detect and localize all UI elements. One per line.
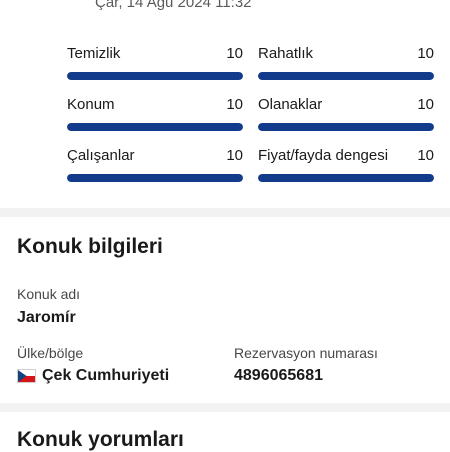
section-divider (0, 403, 450, 412)
rating-score: 10 (226, 147, 243, 164)
guest-reviews-title: Konuk yorumları (17, 428, 184, 451)
rating-bar-fill (258, 72, 434, 80)
rating-bar-fill (67, 123, 243, 131)
rating-bar (258, 72, 434, 80)
rating-bar (67, 72, 243, 80)
rating-bar-fill (67, 72, 243, 80)
rating-staff: Çalışanlar 10 (67, 142, 243, 182)
rating-value-for-money: Fiyat/fayda dengesi 10 (258, 142, 434, 182)
review-date: Çar, 14 Ağu 2024 11:32 (95, 0, 252, 11)
rating-bar-fill (258, 123, 434, 131)
czech-flag-icon (17, 369, 36, 383)
rating-bar-fill (67, 174, 243, 182)
rating-bar (67, 123, 243, 131)
rating-facilities: Olanaklar 10 (258, 91, 434, 131)
guest-info-title: Konuk bilgileri (17, 235, 163, 258)
rating-score: 10 (226, 45, 243, 62)
rating-cleanliness: Temizlik 10 (67, 40, 243, 80)
guest-name-label: Konuk adı (17, 286, 81, 302)
reservation-number-label: Rezervasyon numarası (234, 345, 378, 361)
reservation-number: 4896065681 (234, 367, 323, 384)
guest-name: Jaromír (17, 309, 76, 326)
rating-score: 10 (417, 147, 434, 164)
rating-label: Olanaklar (258, 96, 323, 113)
rating-bar (258, 174, 434, 182)
rating-score: 10 (226, 96, 243, 113)
rating-location: Konum 10 (67, 91, 243, 131)
rating-label: Temizlik (67, 45, 121, 62)
rating-bar (67, 174, 243, 182)
rating-label: Konum (67, 96, 115, 113)
rating-label: Fiyat/fayda dengesi (258, 147, 389, 164)
rating-bar-fill (258, 174, 434, 182)
rating-bar (258, 123, 434, 131)
rating-score: 10 (417, 45, 434, 62)
rating-comfort: Rahatlık 10 (258, 40, 434, 80)
guest-country: Çek Cumhuriyeti (42, 367, 170, 384)
rating-label: Rahatlık (258, 45, 314, 62)
rating-score: 10 (417, 96, 434, 113)
section-divider (0, 208, 450, 217)
rating-label: Çalışanlar (67, 147, 135, 164)
country-label: Ülke/bölge (17, 345, 84, 361)
